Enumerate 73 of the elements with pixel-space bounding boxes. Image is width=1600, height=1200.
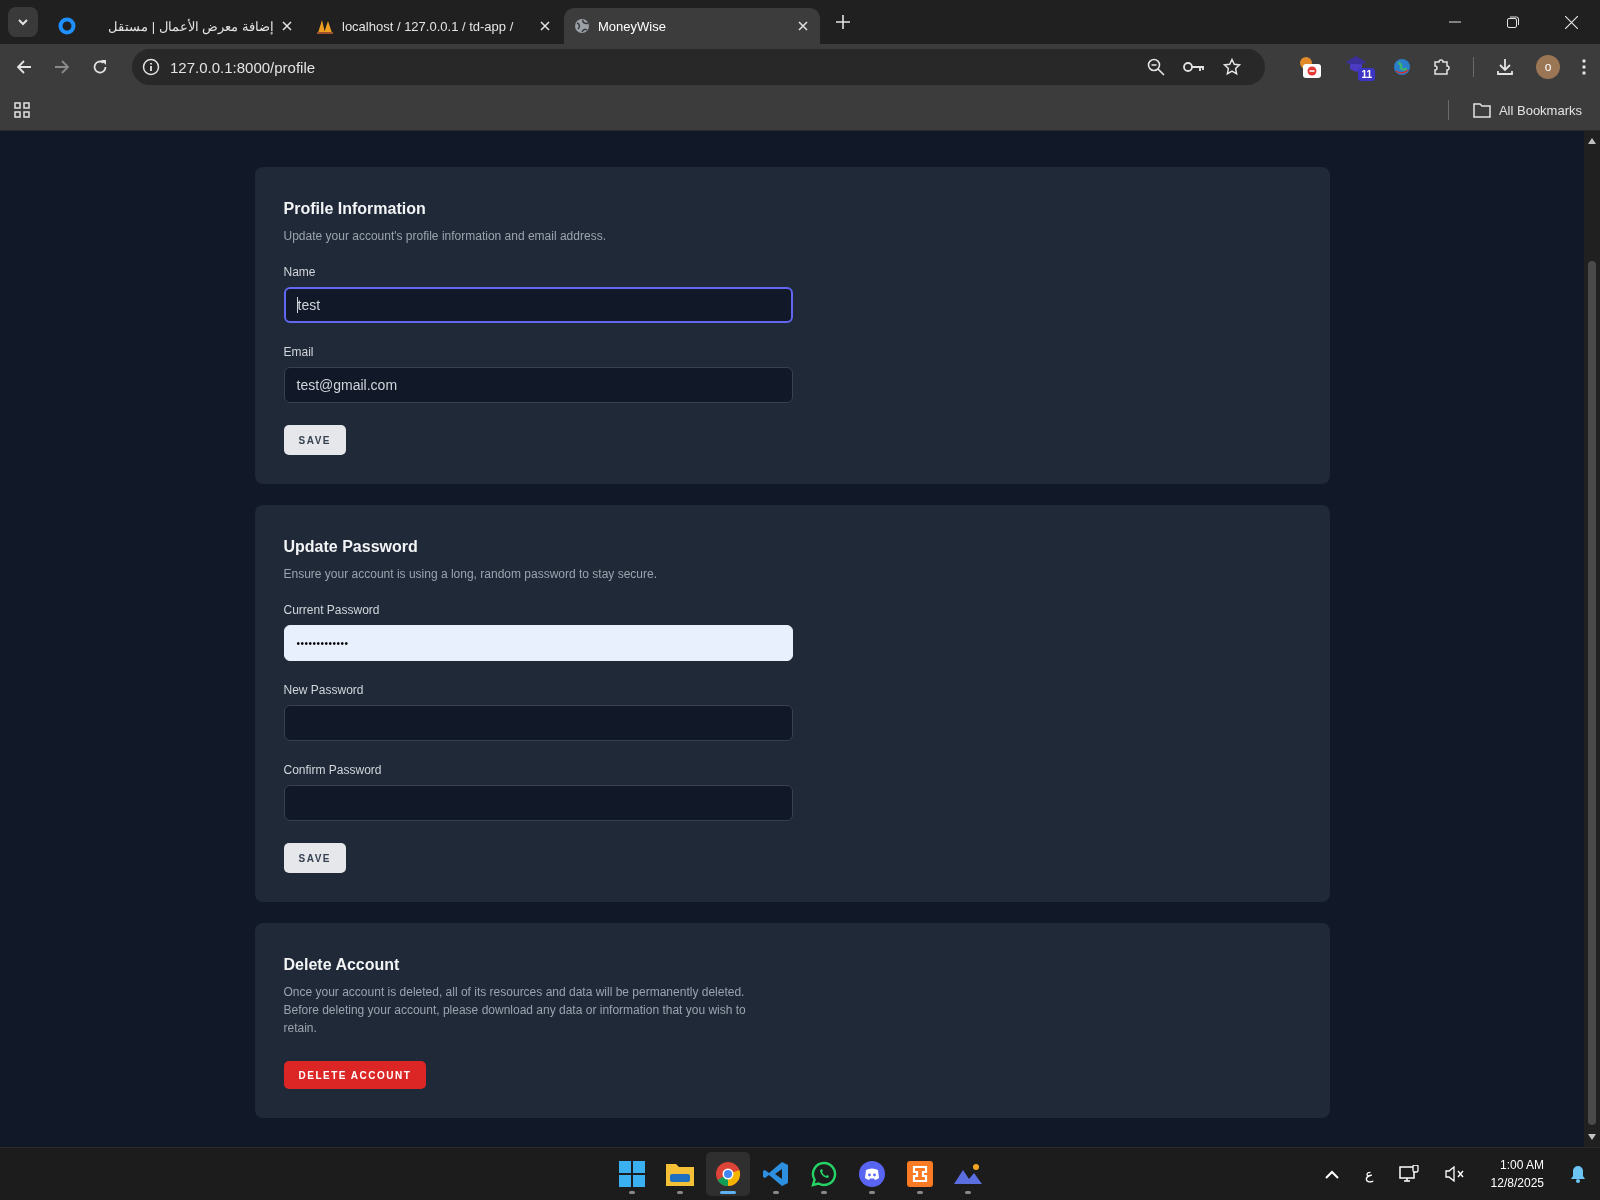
monitor-icon[interactable]	[1398, 1165, 1419, 1183]
profile-avatar[interactable]: o	[1536, 55, 1560, 79]
close-icon[interactable]	[282, 21, 292, 31]
field-label: Confirm Password	[283, 763, 383, 777]
ring-icon	[58, 17, 76, 35]
browser-tab[interactable]: localhost / 127.0.0.1 / td-app /	[306, 8, 562, 44]
section-title: Update Password	[283, 537, 418, 557]
scroll-down-icon[interactable]	[1587, 1133, 1597, 1141]
field-label: Current Password	[283, 603, 381, 617]
blocker-extension-icon[interactable]	[1297, 55, 1323, 79]
scrollbar[interactable]	[1584, 131, 1600, 1147]
restore-icon[interactable]	[1507, 16, 1519, 28]
key-icon[interactable]	[1183, 60, 1205, 74]
save-button[interactable]: SAVE	[283, 425, 346, 455]
field-label: Email	[283, 345, 315, 359]
input-field[interactable]: test	[283, 287, 793, 323]
star-icon[interactable]	[1223, 58, 1241, 76]
input-field[interactable]: test@gmail.com	[283, 367, 793, 403]
close-icon[interactable]	[1565, 15, 1578, 29]
chrome-icon	[715, 1161, 741, 1187]
extension-badge: 11	[1358, 68, 1375, 81]
reload-icon[interactable]	[92, 59, 108, 75]
tab-title: localhost / 127.0.0.1 / td-app /	[342, 18, 515, 34]
back-arrow-icon[interactable]	[16, 59, 32, 75]
apps-grid-icon[interactable]	[14, 102, 30, 118]
download-icon[interactable]	[1496, 58, 1514, 76]
field-label: Name	[283, 265, 317, 279]
chevron-up-icon[interactable]	[1324, 1169, 1339, 1179]
tab-list-button[interactable]	[8, 7, 38, 37]
browser-tab[interactable]: إضافة معرض الأعمال | مستقل	[48, 8, 304, 44]
all-bookmarks-button[interactable]: All Bookmarks	[1466, 101, 1588, 119]
tab-title: MoneyWise	[598, 18, 667, 34]
save-button[interactable]: SAVE	[283, 843, 346, 873]
zoom-out-icon[interactable]	[1147, 58, 1165, 76]
language-indicator[interactable]: ع	[1364, 1166, 1373, 1182]
section-description: Update your account's profile information and email address.	[283, 228, 606, 245]
folder-icon	[1472, 102, 1491, 118]
game-controller-icon	[859, 1161, 885, 1187]
more-menu-icon[interactable]	[1582, 59, 1586, 75]
folder-icon	[666, 1162, 694, 1186]
delete-account-button[interactable]: DELETE ACCOUNT	[283, 1061, 427, 1089]
chat-bubble-icon	[811, 1161, 837, 1187]
input-field[interactable]	[283, 785, 793, 821]
muted-speaker-icon[interactable]	[1444, 1166, 1465, 1182]
plus-icon[interactable]	[836, 15, 850, 29]
input-field[interactable]: •••••••••••••	[283, 625, 793, 661]
mountain-icon	[954, 1162, 982, 1186]
globe-icon	[574, 18, 590, 34]
address-bar[interactable]: 127.0.0.1:8000/profile	[132, 49, 1265, 85]
clock-time[interactable]: 1:00 AM	[1499, 1156, 1544, 1174]
field-label: New Password	[283, 683, 365, 697]
puzzle-piece-icon[interactable]	[1433, 58, 1451, 76]
tab-title: إضافة معرض الأعمال | مستقل	[107, 18, 274, 34]
close-icon[interactable]	[540, 21, 550, 31]
forward-arrow-icon[interactable]	[54, 59, 70, 75]
taskbar-app[interactable]	[706, 1152, 750, 1196]
bell-icon[interactable]	[1570, 1165, 1586, 1183]
section-title: Profile Information	[283, 199, 426, 219]
chevron-down-icon	[17, 16, 29, 28]
globe-extension-icon[interactable]	[1393, 58, 1411, 76]
url-text: 127.0.0.1:8000/profile	[170, 58, 316, 76]
close-icon[interactable]	[798, 21, 808, 31]
knot-logo-icon	[907, 1161, 933, 1187]
scroll-up-icon[interactable]	[1587, 137, 1597, 145]
info-icon[interactable]	[142, 58, 160, 76]
input-field[interactable]	[283, 705, 793, 741]
section-title: Delete Account	[283, 955, 400, 975]
clock-date[interactable]: 12/8/2025	[1490, 1174, 1544, 1192]
browser-tab[interactable]: MoneyWise	[564, 8, 820, 44]
windows-icon	[619, 1161, 645, 1187]
section-description: Ensure your account is using a long, random password to stay secure.	[283, 566, 658, 583]
section-description: Once your account is deleted, all of its resources and data will be permanently deleted. Before deleting your account, please download any data or information that you wish to retain.	[283, 984, 747, 1037]
code-editor-icon	[763, 1161, 789, 1187]
